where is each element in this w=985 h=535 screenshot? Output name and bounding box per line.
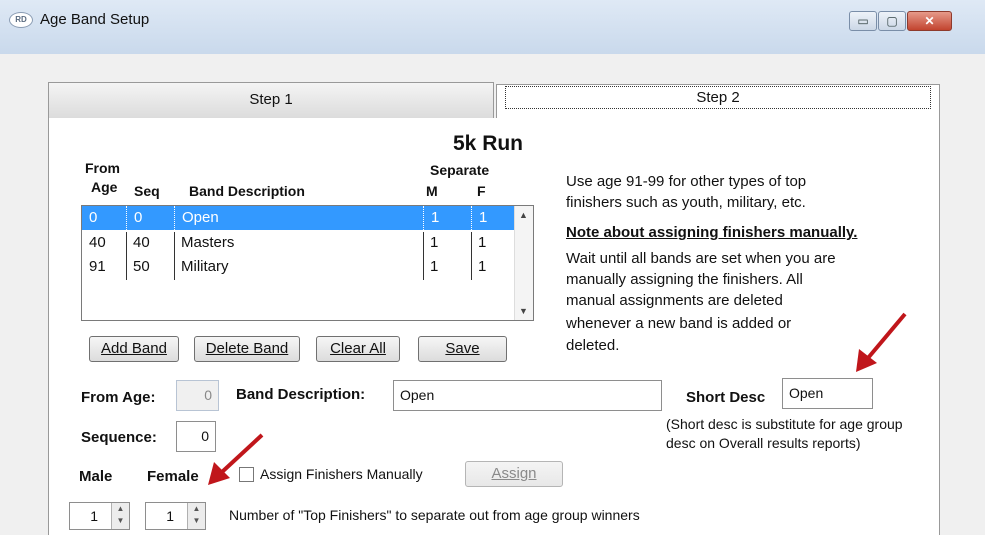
delete-band-button[interactable]: Delete Band (194, 336, 300, 362)
band-description: Open (174, 206, 219, 230)
window-title: Age Band Setup (40, 11, 150, 28)
female-label: Female (147, 468, 199, 485)
band-age: 0 (89, 209, 98, 226)
minimize-button[interactable]: ▭ (849, 11, 877, 31)
short-desc-hint: desc on Overall results reports) (666, 435, 861, 451)
tab-step-1-label: Step 1 (249, 91, 293, 108)
scroll-down-icon[interactable]: ▼ (515, 306, 532, 316)
col-header-age: Age (91, 179, 118, 195)
stepper-arrows-icon[interactable]: ▲ ▼ (111, 503, 129, 529)
sequence-input[interactable]: 0 (176, 421, 216, 452)
band-m: 1 (430, 258, 439, 275)
scroll-up-icon[interactable]: ▲ (515, 210, 532, 220)
from-age-label: From Age: (81, 389, 156, 406)
note-text-line: whenever a new band is added or (566, 315, 792, 332)
assign-manually-label: Assign Finishers Manually (260, 466, 423, 482)
note-text-line: manually assigning the finishers. All (566, 271, 803, 288)
assign-button: Assign (465, 461, 563, 487)
band-description-input[interactable]: Open (393, 380, 662, 411)
col-header-from: From (85, 160, 120, 176)
male-top-finishers-stepper[interactable]: 1 ▲ ▼ (69, 502, 130, 530)
column-divider (174, 232, 175, 280)
short-desc-input[interactable]: Open (782, 378, 873, 409)
band-description: Military (181, 258, 229, 275)
table-row[interactable]: 0 0 Open 1 1 (82, 206, 514, 230)
title-bar: RD Age Band Setup ▭ ▢ ✕ (0, 0, 985, 54)
band-f: 1 (478, 234, 487, 251)
male-label: Male (79, 468, 113, 485)
add-band-button[interactable]: Add Band (89, 336, 179, 362)
top-finishers-label: Number of "Top Finishers" to separate ou… (229, 507, 640, 523)
band-f: 1 (471, 206, 487, 230)
band-seq: 50 (133, 258, 150, 275)
col-header-band-description: Band Description (189, 183, 305, 199)
female-top-finishers-stepper[interactable]: 1 ▲ ▼ (145, 502, 206, 530)
app-logo-icon: RD (9, 12, 33, 28)
band-seq: 0 (126, 206, 142, 230)
band-m: 1 (423, 206, 439, 230)
save-button[interactable]: Save (418, 336, 507, 362)
event-title: 5k Run (453, 132, 524, 155)
sequence-label: Sequence: (81, 429, 157, 446)
info-text-line: finishers such as youth, military, etc. (566, 194, 806, 211)
band-description: Masters (181, 234, 235, 251)
column-divider (126, 232, 127, 280)
female-top-finishers-value: 1 (166, 508, 174, 524)
col-header-f: F (477, 183, 486, 199)
maximize-button[interactable]: ▢ (878, 11, 906, 31)
table-row[interactable]: 91 50 Military 1 1 (82, 255, 514, 279)
close-button[interactable]: ✕ (907, 11, 952, 31)
col-header-separate: Separate (430, 162, 490, 178)
info-text-line: Use age 91-99 for other types of top (566, 173, 807, 190)
note-text-line: deleted. (566, 337, 620, 354)
column-divider (423, 232, 424, 280)
stepper-arrows-icon[interactable]: ▲ ▼ (187, 503, 205, 529)
male-top-finishers-value: 1 (90, 508, 98, 524)
note-heading: Note about assigning finishers manually. (566, 224, 858, 241)
table-row[interactable]: 40 40 Masters 1 1 (82, 231, 514, 255)
tab-step-1[interactable]: Step 1 (48, 82, 494, 118)
tab-step-2-label: Step 2 (505, 86, 931, 109)
col-header-m: M (426, 183, 438, 199)
band-description-label: Band Description: (236, 386, 366, 403)
band-list[interactable]: 0 0 Open 1 1 40 40 Masters 1 1 91 50 Mil… (81, 205, 534, 321)
note-text-line: Wait until all bands are set when you ar… (566, 250, 836, 267)
note-text-line: manual assignments are deleted (566, 292, 783, 309)
short-desc-label: Short Desc (686, 389, 766, 406)
col-header-seq: Seq (134, 183, 160, 199)
band-m: 1 (430, 234, 439, 251)
band-age: 91 (89, 258, 106, 275)
band-age: 40 (89, 234, 106, 251)
list-scrollbar[interactable]: ▲ ▼ (514, 206, 533, 320)
tab-step-2[interactable]: Step 2 (496, 84, 940, 118)
clear-all-button[interactable]: Clear All (316, 336, 400, 362)
band-seq: 40 (133, 234, 150, 251)
band-f: 1 (478, 258, 487, 275)
short-desc-hint: (Short desc is substitute for age group (666, 416, 903, 432)
assign-manually-checkbox[interactable] (239, 467, 254, 482)
from-age-input: 0 (176, 380, 219, 411)
column-divider (471, 232, 472, 280)
